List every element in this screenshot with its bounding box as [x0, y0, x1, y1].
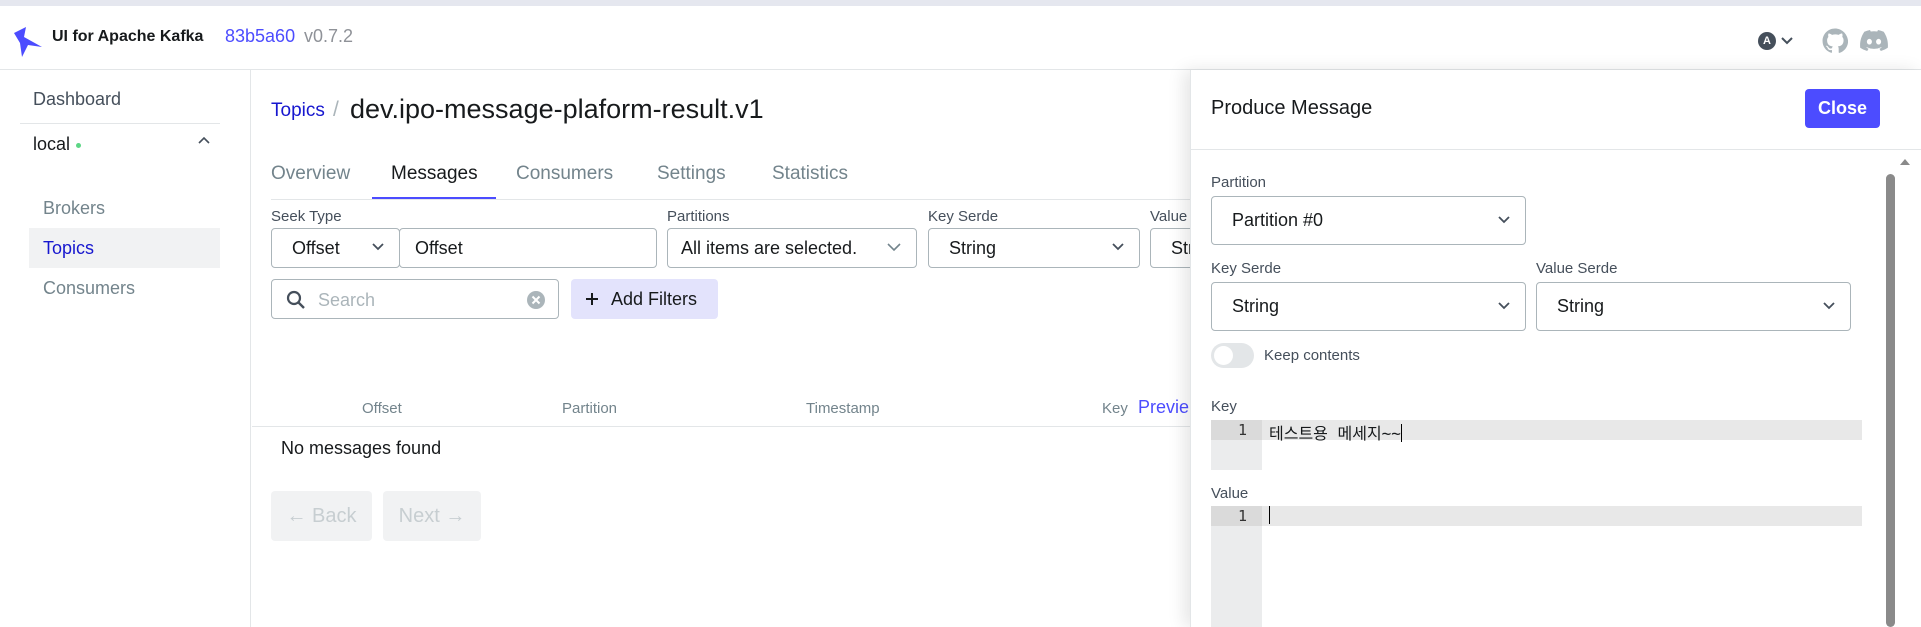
- close-button[interactable]: Close: [1805, 89, 1880, 128]
- cluster-online-status-dot: [76, 143, 82, 148]
- partitions-label: Partitions: [667, 208, 730, 225]
- chevron-down-icon: [1781, 37, 1793, 45]
- column-header-timestamp: Timestamp: [806, 400, 880, 417]
- partition-label: Partition: [1211, 174, 1267, 191]
- search-placeholder: Search: [318, 290, 376, 310]
- key-serde-value: String: [1232, 296, 1280, 316]
- sidebar-item-brokers[interactable]: Brokers: [29, 188, 220, 228]
- chevron-down-icon: [1498, 216, 1510, 224]
- column-header-key: Key: [1102, 400, 1128, 417]
- partition-value: Partition #0: [1232, 210, 1324, 230]
- cluster-name: local: [33, 134, 71, 154]
- sidebar-item-dashboard[interactable]: Dashboard: [33, 89, 121, 110]
- kafka-bird-logo-icon[interactable]: [12, 23, 44, 59]
- key-serde-value: String: [949, 237, 997, 258]
- key-line-text: 테스트용 메세지~~: [1269, 420, 1402, 444]
- avatar: A: [1758, 32, 1776, 50]
- key-serde-select[interactable]: String: [1211, 282, 1526, 331]
- value-editor[interactable]: 1: [1211, 506, 1862, 627]
- table-header-divider: [252, 426, 1252, 427]
- keep-contents-label: Keep contents: [1264, 347, 1360, 364]
- key-serde-select[interactable]: String: [928, 228, 1140, 268]
- value-serde-select[interactable]: String: [1536, 282, 1851, 331]
- keep-contents-toggle[interactable]: [1211, 343, 1254, 368]
- sidebar-item-consumers[interactable]: Consumers: [29, 268, 220, 308]
- partitions-select[interactable]: All items are selected.: [667, 228, 917, 268]
- tabs-divider: [271, 199, 1271, 200]
- chevron-down-icon: [372, 243, 384, 251]
- tab-messages[interactable]: Messages: [391, 163, 478, 185]
- seek-type-value: Offset: [292, 237, 340, 258]
- value-line-text: [1269, 506, 1270, 525]
- offset-input-value: Offset: [415, 237, 463, 258]
- active-tab-indicator: [372, 197, 496, 199]
- value-label: Value: [1211, 485, 1249, 502]
- value-editor-active-line: [1262, 506, 1862, 526]
- add-filters-button[interactable]: Add Filters: [571, 279, 718, 319]
- tab-settings[interactable]: Settings: [657, 163, 726, 185]
- search-icon: [286, 290, 305, 309]
- tab-overview[interactable]: Overview: [271, 163, 350, 185]
- key-line-number: 1: [1237, 421, 1247, 439]
- plus-icon: [586, 293, 598, 305]
- chevron-up-icon[interactable]: [197, 135, 211, 145]
- breadcrumb-topics-link[interactable]: Topics: [271, 100, 325, 122]
- chevron-down-icon: [887, 243, 901, 252]
- value-serde-value: String: [1557, 296, 1605, 316]
- top-bar: UI for Apache Kafka 83b5a60 v0.7.2 A: [0, 0, 1921, 70]
- panel-header-divider: [1191, 149, 1921, 150]
- sidebar-divider: [20, 123, 220, 124]
- panel-title: Produce Message: [1211, 97, 1373, 119]
- toggle-knob: [1214, 346, 1233, 365]
- value-serde-label: Value Serde: [1536, 260, 1618, 277]
- value-serde-label: Value: [1150, 208, 1188, 225]
- chevron-down-icon: [1498, 302, 1510, 310]
- next-button[interactable]: Next →: [383, 491, 481, 541]
- chevron-down-icon: [1112, 243, 1124, 251]
- key-serde-label: Key Serde: [1211, 260, 1282, 277]
- column-header-offset: Offset: [362, 400, 402, 417]
- chevron-down-icon: [1823, 302, 1835, 310]
- breadcrumb-separator: /: [333, 98, 339, 121]
- preview-link[interactable]: Previe: [1138, 397, 1189, 418]
- key-serde-label: Key Serde: [928, 208, 999, 225]
- offset-input[interactable]: Offset: [399, 228, 657, 268]
- empty-state-message: No messages found: [281, 438, 442, 458]
- add-filters-label: Add Filters: [611, 288, 698, 309]
- discord-icon[interactable]: [1860, 30, 1888, 52]
- sidebar-cluster-local[interactable]: local: [33, 134, 213, 155]
- column-header-partition: Partition: [562, 400, 618, 417]
- sidebar-item-topics[interactable]: Topics: [29, 228, 220, 268]
- app-brand[interactable]: UI for Apache Kafka: [52, 28, 203, 46]
- value-line-number: 1: [1237, 507, 1247, 525]
- user-menu[interactable]: A: [1758, 32, 1794, 50]
- text-cursor: [1269, 506, 1270, 524]
- seek-type-label: Seek Type: [271, 208, 342, 225]
- seek-type-select[interactable]: Offset: [271, 228, 400, 268]
- panel-scrollbar-thumb[interactable]: [1886, 174, 1895, 627]
- tab-consumers[interactable]: Consumers: [516, 163, 613, 185]
- key-editor[interactable]: 1 테스트용 메세지~~: [1211, 420, 1862, 470]
- clear-search-icon[interactable]: [526, 290, 546, 310]
- version-number: v0.7.2: [304, 26, 354, 46]
- tab-statistics[interactable]: Statistics: [772, 163, 848, 185]
- partition-select[interactable]: Partition #0: [1211, 196, 1526, 245]
- search-field[interactable]: Search: [271, 279, 559, 319]
- key-text: 테스트용 메세지~~: [1269, 424, 1401, 443]
- github-icon[interactable]: [1822, 28, 1848, 54]
- sidebar: Dashboard local Brokers Topics Consumers: [0, 70, 251, 627]
- partitions-value: All items are selected.: [681, 237, 858, 258]
- back-button[interactable]: ← Back: [271, 491, 372, 541]
- scroll-up-arrow-icon[interactable]: [1899, 158, 1911, 166]
- page-title: dev.ipo-message-plaform-result.v1: [350, 94, 764, 124]
- version-hash-link[interactable]: 83b5a60: [225, 26, 295, 47]
- text-cursor: [1400, 424, 1402, 442]
- produce-message-panel: Produce Message Close Partition Partitio…: [1190, 70, 1921, 627]
- key-label: Key: [1211, 398, 1237, 415]
